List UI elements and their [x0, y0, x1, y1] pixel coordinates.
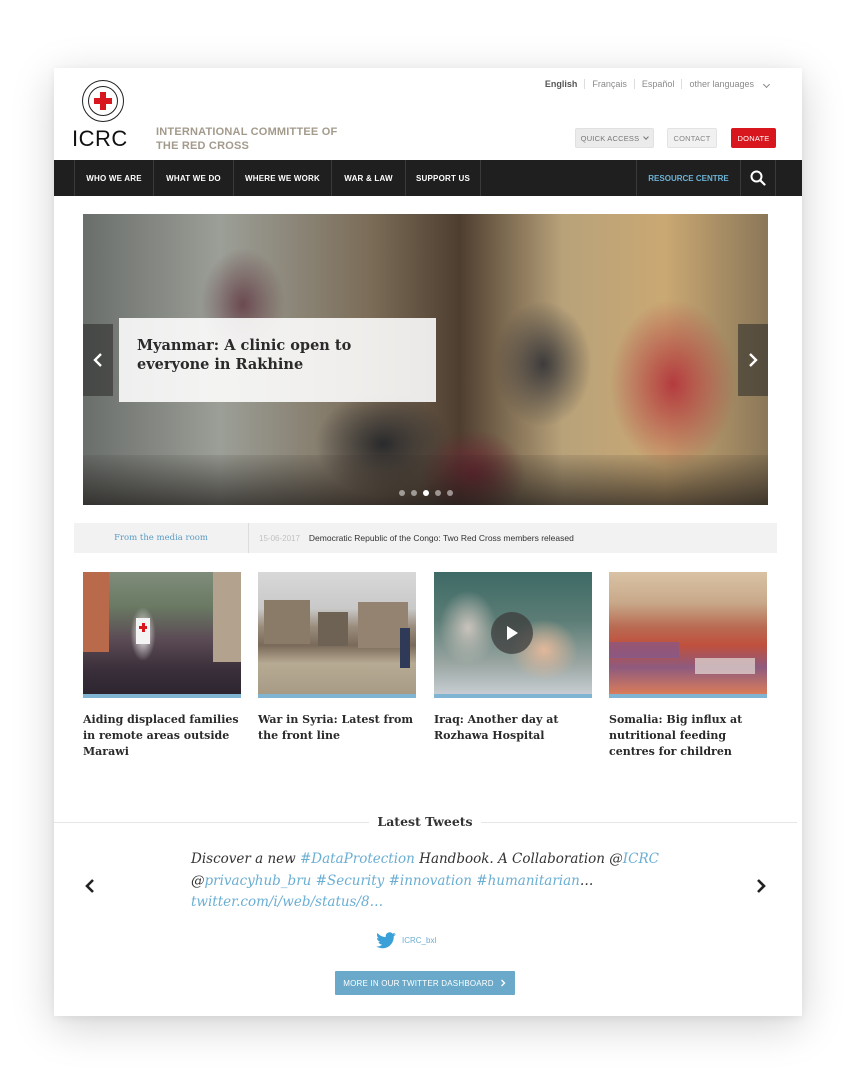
- carousel-dot[interactable]: [410, 490, 417, 496]
- icrc-logo[interactable]: ICRC: [72, 80, 134, 152]
- lang-francais[interactable]: Français: [585, 79, 635, 89]
- quick-access-button[interactable]: QUICK ACCESS: [575, 128, 654, 148]
- tweets-title: Latest Tweets: [369, 814, 481, 829]
- story-card[interactable]: Iraq: Another day at Rozhawa Hospital: [434, 572, 592, 744]
- page-frame: English Français Español other languages…: [54, 68, 802, 1016]
- donate-button[interactable]: DONATE: [731, 128, 776, 148]
- tweet-status-link[interactable]: twitter.com/i/web/status/8…: [191, 894, 383, 910]
- org-name: INTERNATIONAL COMMITTEE OF THE RED CROSS: [156, 125, 356, 153]
- chevron-down-icon: [762, 80, 771, 89]
- hashtag-link[interactable]: #Security: [316, 873, 385, 889]
- story-accent-bar: [434, 694, 592, 698]
- hashtag-link[interactable]: #DataProtection: [300, 851, 415, 867]
- chevron-down-icon: [643, 134, 650, 140]
- tweet-text: Discover a new #DataProtection Handbook.…: [191, 849, 661, 914]
- story-accent-bar: [609, 694, 767, 698]
- hero-caption-box[interactable]: Myanmar: A clinic open to everyone in Ra…: [119, 318, 436, 402]
- quick-access-label: QUICK ACCESS: [580, 133, 640, 143]
- logo-wordmark: ICRC: [72, 126, 128, 151]
- tweet-text-part: Handbook. A Collaboration @: [414, 851, 623, 867]
- media-room-headline[interactable]: Democratic Republic of the Congo: Two Re…: [309, 533, 574, 543]
- carousel-dot-active[interactable]: [422, 490, 429, 496]
- nav-where-we-work[interactable]: WHERE WE WORK: [233, 160, 331, 196]
- search-button[interactable]: [740, 160, 776, 196]
- tweets-prev-button[interactable]: [82, 878, 98, 894]
- mention-link[interactable]: ICRC: [623, 851, 659, 867]
- twitter-bird-icon: [376, 932, 396, 949]
- chevron-left-icon: [93, 353, 102, 367]
- main-nav: WHO WE ARE WHAT WE DO WHERE WE WORK WAR …: [54, 160, 802, 196]
- video-play-button[interactable]: [491, 612, 533, 654]
- emblem-icon: [82, 80, 124, 122]
- play-icon: [507, 626, 518, 640]
- chevron-right-icon: [749, 353, 758, 367]
- story-title[interactable]: Somalia: Big influx at nutritional feedi…: [609, 712, 767, 760]
- org-name-line1: INTERNATIONAL COMMITTEE OF: [156, 126, 338, 138]
- chevron-right-icon: [757, 879, 766, 893]
- nav-what-we-do[interactable]: WHAT WE DO: [153, 160, 233, 196]
- chevron-left-icon: [85, 879, 94, 893]
- twitter-dashboard-label: MORE IN OUR TWITTER DASHBOARD: [343, 978, 494, 988]
- org-name-line2: THE RED CROSS: [156, 140, 250, 152]
- lang-other[interactable]: other languages: [682, 79, 776, 89]
- hero-prev-button[interactable]: [83, 324, 113, 396]
- search-icon: [750, 170, 766, 186]
- nav-resource-centre[interactable]: RESOURCE CENTRE: [636, 160, 740, 196]
- carousel-dots: [83, 490, 768, 496]
- story-image: [609, 572, 767, 694]
- carousel-dot[interactable]: [398, 490, 405, 496]
- tweet-text-part: …: [579, 872, 594, 889]
- hashtag-link[interactable]: #humanitarian: [476, 873, 580, 889]
- contact-button[interactable]: CONTACT: [667, 128, 717, 148]
- hero-caption: Myanmar: A clinic open to everyone in Ra…: [137, 337, 352, 373]
- story-title[interactable]: War in Syria: Latest from the front line: [258, 712, 416, 744]
- twitter-dashboard-button[interactable]: MORE IN OUR TWITTER DASHBOARD: [335, 971, 515, 995]
- story-image: [83, 572, 241, 694]
- carousel-dot[interactable]: [446, 490, 453, 496]
- story-card[interactable]: Somalia: Big influx at nutritional feedi…: [609, 572, 767, 760]
- red-cross-icon: [94, 92, 112, 110]
- tweet-text-part: @: [191, 872, 205, 889]
- hero-carousel[interactable]: Myanmar: A clinic open to everyone in Ra…: [83, 214, 768, 505]
- nav-war-and-law[interactable]: WAR & LAW: [331, 160, 405, 196]
- story-card[interactable]: Aiding displaced families in remote area…: [83, 572, 241, 760]
- story-accent-bar: [258, 694, 416, 698]
- twitter-handle-link[interactable]: ICRC_bxl: [376, 932, 436, 949]
- lang-english[interactable]: English: [538, 79, 586, 89]
- tweets-next-button[interactable]: [753, 878, 769, 894]
- hero-image-shade: [83, 455, 768, 505]
- story-image: [434, 572, 592, 694]
- carousel-dot[interactable]: [434, 490, 441, 496]
- media-room-date: 15-06-2017: [259, 533, 300, 543]
- hero-next-button[interactable]: [738, 324, 768, 396]
- media-room-ticker: From the media room 15-06-2017 Democrati…: [74, 523, 777, 553]
- media-room-label[interactable]: From the media room: [74, 523, 249, 553]
- twitter-handle: ICRC_bxl: [402, 936, 437, 945]
- nav-who-we-are[interactable]: WHO WE ARE: [74, 160, 153, 196]
- hashtag-link[interactable]: #innovation: [389, 873, 472, 889]
- tweet-text-part: Discover a new: [191, 851, 300, 867]
- story-card[interactable]: War in Syria: Latest from the front line: [258, 572, 416, 744]
- lang-other-label: other languages: [689, 79, 754, 89]
- language-bar: English Français Español other languages: [538, 79, 776, 89]
- nav-support-us[interactable]: SUPPORT US: [405, 160, 481, 196]
- story-title[interactable]: Aiding displaced families in remote area…: [83, 712, 241, 760]
- story-accent-bar: [83, 694, 241, 698]
- story-title[interactable]: Iraq: Another day at Rozhawa Hospital: [434, 712, 592, 744]
- lang-espanol[interactable]: Español: [635, 79, 683, 89]
- story-image: [258, 572, 416, 694]
- mention-link[interactable]: privacyhub_bru: [205, 873, 312, 889]
- chevron-right-icon: [500, 979, 506, 987]
